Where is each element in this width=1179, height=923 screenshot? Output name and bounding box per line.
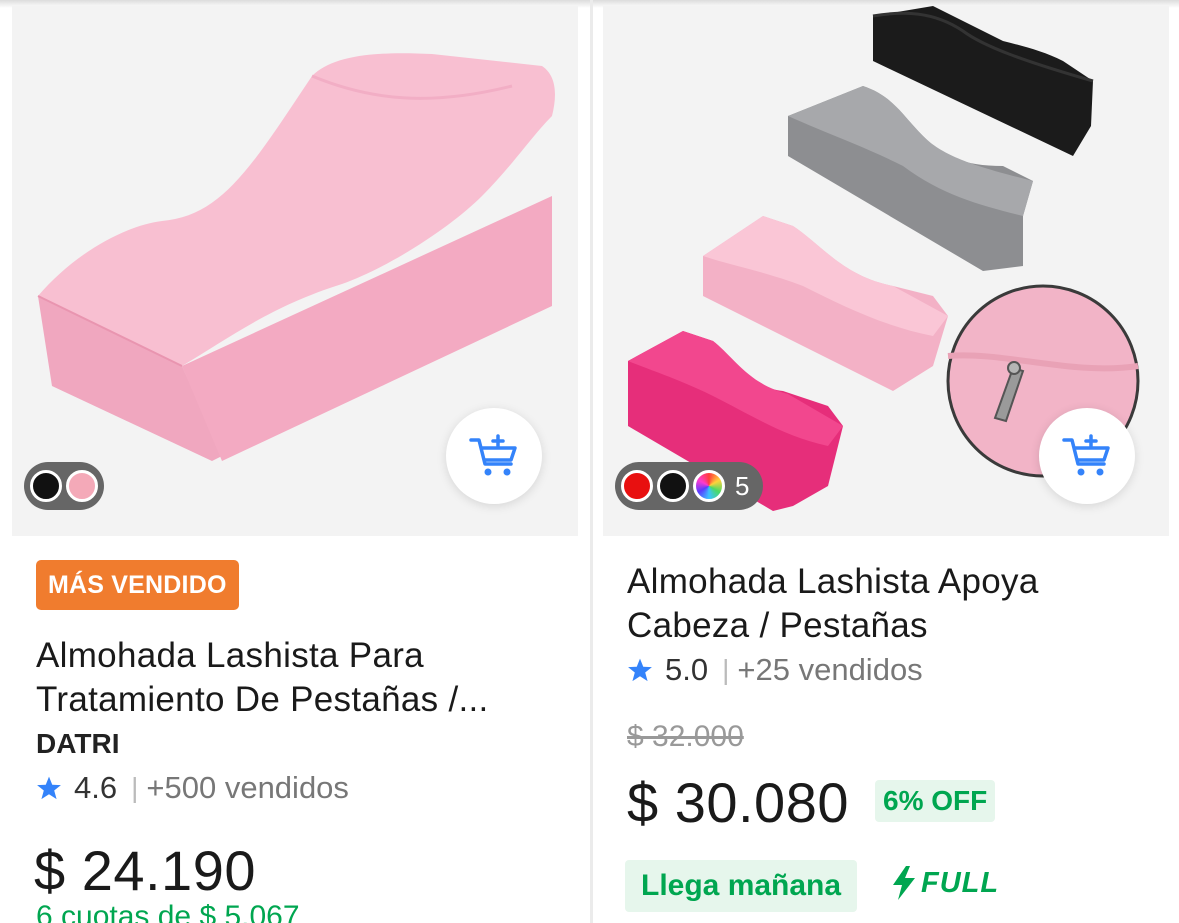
rating-value: 5.0 [665, 652, 709, 687]
brand-name: DATRI [36, 728, 120, 759]
rating-row: 5.0 | +25 vendidos [627, 652, 923, 688]
separator: | [131, 772, 139, 803]
product-card-2[interactable]: 5 Almohada Lashista Apoya Cabeza / Pesta… [593, 0, 1179, 923]
swatch-multicolor[interactable] [693, 470, 725, 502]
lightning-icon [893, 866, 915, 900]
more-colors-count[interactable]: 5 [729, 471, 757, 502]
discount-badge: 6% OFF [875, 780, 996, 822]
product-title[interactable]: Almohada Lashista Para Tratamiento De Pe… [36, 634, 566, 722]
star-icon [628, 658, 652, 682]
color-swatches[interactable]: 5 [615, 462, 764, 510]
best-seller-badge: MÁS VENDIDO [36, 560, 239, 610]
add-to-cart-button[interactable] [1039, 408, 1135, 504]
sold-count: +25 vendidos [737, 652, 923, 687]
full-shipping-tag: FULL [891, 866, 999, 900]
sold-count: +500 vendidos [146, 770, 349, 805]
original-price: $ 32.000 [627, 720, 744, 753]
installments: 6 cuotas de $ 5.067 [36, 900, 300, 923]
product-title[interactable]: Almohada Lashista Apoya Cabeza / Pestaña… [627, 560, 1157, 648]
swatch-red[interactable] [621, 470, 653, 502]
swatch-black[interactable] [30, 470, 62, 502]
add-to-cart-icon [1062, 434, 1110, 476]
title-line-1: Almohada Lashista Para [36, 636, 424, 675]
add-to-cart-icon [469, 434, 517, 476]
price: $ 24.190 [34, 839, 256, 902]
rating-value: 4.6 [74, 770, 118, 805]
rating-row: 4.6 | +500 vendidos [36, 770, 349, 806]
title-line-2: Tratamiento De Pestañas /... [36, 680, 489, 719]
price: $ 30.080 [627, 771, 849, 834]
full-label: FULL [921, 866, 1000, 899]
color-swatches[interactable] [24, 462, 104, 510]
title-line-2: Cabeza / Pestañas [627, 606, 928, 645]
swatch-black[interactable] [657, 470, 689, 502]
shipping-badge: Llega mañana [625, 860, 858, 912]
product-card-1[interactable]: MÁS VENDIDO Almohada Lashista Para Trata… [0, 0, 590, 923]
swatch-pink[interactable] [66, 470, 98, 502]
star-icon [37, 776, 61, 800]
add-to-cart-button[interactable] [446, 408, 542, 504]
title-line-1: Almohada Lashista Apoya [627, 562, 1039, 601]
separator: | [722, 654, 730, 685]
